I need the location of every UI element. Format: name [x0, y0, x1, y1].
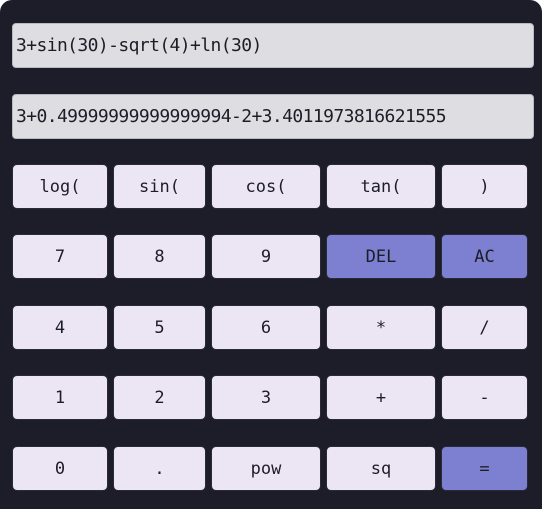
digit-1-button[interactable]: 1: [12, 375, 108, 420]
sin-button[interactable]: sin(: [113, 164, 206, 209]
calculator: 3+sin(30)-sqrt(4)+ln(30) 3+0.49999999999…: [0, 0, 542, 509]
close-paren-button[interactable]: ): [441, 164, 528, 209]
digit-6-button[interactable]: 6: [211, 305, 321, 350]
cos-button[interactable]: cos(: [211, 164, 321, 209]
pow-button[interactable]: pow: [211, 446, 321, 491]
tan-button[interactable]: tan(: [326, 164, 436, 209]
digit-4-button[interactable]: 4: [12, 305, 108, 350]
delete-button[interactable]: DEL: [326, 234, 436, 279]
result-display[interactable]: 3+0.49999999999999994-2+3.40119738166215…: [12, 94, 534, 139]
sq-button[interactable]: sq: [326, 446, 436, 491]
digit-0-button[interactable]: 0: [12, 446, 108, 491]
digit-2-button[interactable]: 2: [113, 375, 206, 420]
decimal-point-button[interactable]: .: [113, 446, 206, 491]
multiply-button[interactable]: *: [326, 305, 436, 350]
digit-3-button[interactable]: 3: [211, 375, 321, 420]
digit-7-button[interactable]: 7: [12, 234, 108, 279]
divide-button[interactable]: /: [441, 305, 528, 350]
digit-9-button[interactable]: 9: [211, 234, 321, 279]
digit-5-button[interactable]: 5: [113, 305, 206, 350]
plus-button[interactable]: +: [326, 375, 436, 420]
minus-button[interactable]: -: [441, 375, 528, 420]
all-clear-button[interactable]: AC: [441, 234, 528, 279]
log-button[interactable]: log(: [12, 164, 108, 209]
equals-button[interactable]: =: [441, 446, 528, 491]
digit-8-button[interactable]: 8: [113, 234, 206, 279]
expression-display[interactable]: 3+sin(30)-sqrt(4)+ln(30): [12, 23, 534, 68]
